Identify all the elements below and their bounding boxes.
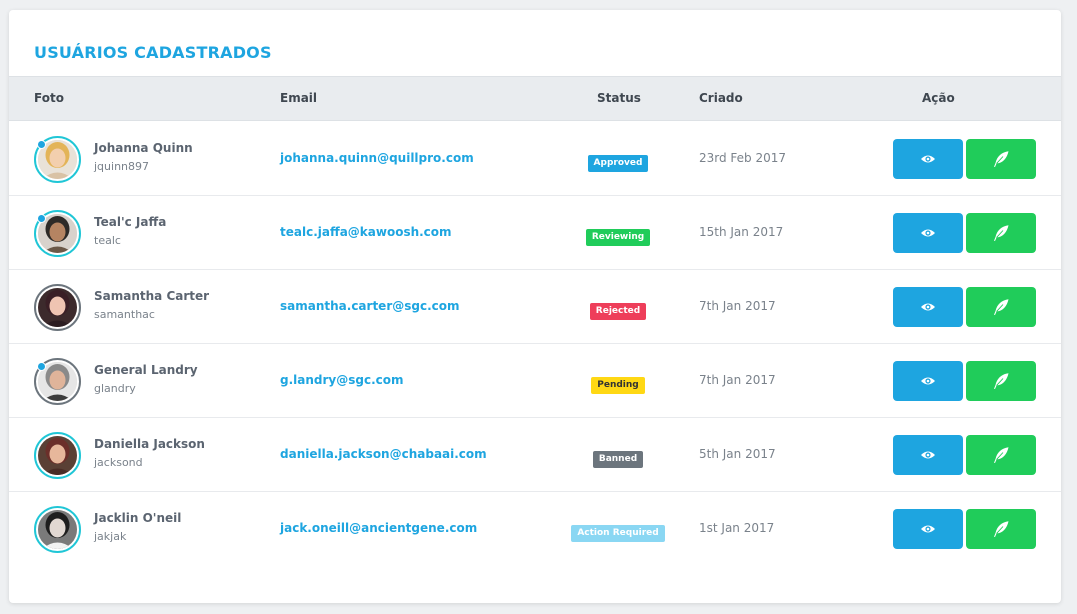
avatar[interactable] <box>34 506 81 553</box>
view-button[interactable] <box>893 361 963 401</box>
created-date: 7th Jan 2017 <box>699 373 776 387</box>
user-email-link[interactable]: samantha.carter@sgc.com <box>280 299 460 313</box>
user-username: samanthac <box>94 308 155 321</box>
user-email-link[interactable]: g.landry@sgc.com <box>280 373 404 387</box>
avatar-photo <box>38 436 77 475</box>
edit-button[interactable] <box>966 213 1036 253</box>
user-email-link[interactable]: daniella.jackson@chabaai.com <box>280 447 487 461</box>
table-row: Daniella Jackson jacksond daniella.jacks… <box>9 418 1061 492</box>
view-button[interactable] <box>893 435 963 475</box>
avatar[interactable] <box>34 358 81 405</box>
eye-icon <box>921 229 935 237</box>
user-name: Daniella Jackson <box>94 437 205 451</box>
avatar-photo <box>38 510 77 549</box>
eye-icon <box>921 451 935 459</box>
column-header-acao: Ação <box>922 91 955 105</box>
created-date: 7th Jan 2017 <box>699 299 776 313</box>
view-button[interactable] <box>893 139 963 179</box>
avatar[interactable] <box>34 284 81 331</box>
table-row: Teal'c Jaffa tealc tealc.jaffa@kawoosh.c… <box>9 196 1061 270</box>
user-name: General Landry <box>94 363 198 377</box>
status-badge: Reviewing <box>585 229 651 246</box>
table-row: Jacklin O'neil jakjak jack.oneill@ancien… <box>9 492 1061 566</box>
user-username: jacksond <box>94 456 143 469</box>
status-badge: Pending <box>591 377 645 394</box>
user-email-link[interactable]: tealc.jaffa@kawoosh.com <box>280 225 452 239</box>
view-button[interactable] <box>893 287 963 327</box>
table-row: Samantha Carter samanthac samantha.carte… <box>9 270 1061 344</box>
user-email-link[interactable]: johanna.quinn@quillpro.com <box>280 151 474 165</box>
created-date: 23rd Feb 2017 <box>699 151 787 165</box>
created-date: 5th Jan 2017 <box>699 447 776 461</box>
user-email-link[interactable]: jack.oneill@ancientgene.com <box>280 521 477 535</box>
edit-button[interactable] <box>966 287 1036 327</box>
eye-icon <box>921 377 935 385</box>
avatar[interactable] <box>34 210 81 257</box>
view-button[interactable] <box>893 213 963 253</box>
status-badge: Action Required <box>571 525 665 542</box>
column-header-foto: Foto <box>34 91 64 105</box>
table-row: General Landry glandry g.landry@sgc.com … <box>9 344 1061 418</box>
edit-button[interactable] <box>966 435 1036 475</box>
user-name: Teal'c Jaffa <box>94 215 167 229</box>
user-username: tealc <box>94 234 121 247</box>
column-header-criado: Criado <box>699 91 743 105</box>
view-button[interactable] <box>893 509 963 549</box>
user-name: Jacklin O'neil <box>94 511 182 525</box>
online-indicator <box>37 362 46 371</box>
feather-icon <box>994 225 1009 241</box>
user-username: jquinn897 <box>94 160 150 173</box>
status-badge: Approved <box>587 155 649 172</box>
eye-icon <box>921 303 935 311</box>
page-title: USUÁRIOS CADASTRADOS <box>34 43 272 62</box>
feather-icon <box>994 447 1009 463</box>
edit-button[interactable] <box>966 509 1036 549</box>
status-badge: Banned <box>592 451 644 468</box>
users-card: USUÁRIOS CADASTRADOS Foto Email Status C… <box>9 10 1061 603</box>
avatar[interactable] <box>34 432 81 479</box>
user-name: Samantha Carter <box>94 289 210 303</box>
user-username: glandry <box>94 382 136 395</box>
edit-button[interactable] <box>966 361 1036 401</box>
column-header-status: Status <box>597 91 641 105</box>
feather-icon <box>994 299 1009 315</box>
eye-icon <box>921 155 935 163</box>
user-username: jakjak <box>94 530 127 543</box>
edit-button[interactable] <box>966 139 1036 179</box>
feather-icon <box>994 151 1009 167</box>
avatar[interactable] <box>34 136 81 183</box>
avatar-photo <box>38 288 77 327</box>
online-indicator <box>37 140 46 149</box>
status-badge: Rejected <box>589 303 647 320</box>
user-name: Johanna Quinn <box>94 141 193 155</box>
created-date: 1st Jan 2017 <box>699 521 775 535</box>
table-header: Foto Email Status Criado Ação <box>9 76 1061 121</box>
eye-icon <box>921 525 935 533</box>
online-indicator <box>37 214 46 223</box>
table-row: Johanna Quinn jquinn897 johanna.quinn@qu… <box>9 122 1061 196</box>
feather-icon <box>994 373 1009 389</box>
feather-icon <box>994 521 1009 537</box>
column-header-email: Email <box>280 91 318 105</box>
created-date: 15th Jan 2017 <box>699 225 784 239</box>
